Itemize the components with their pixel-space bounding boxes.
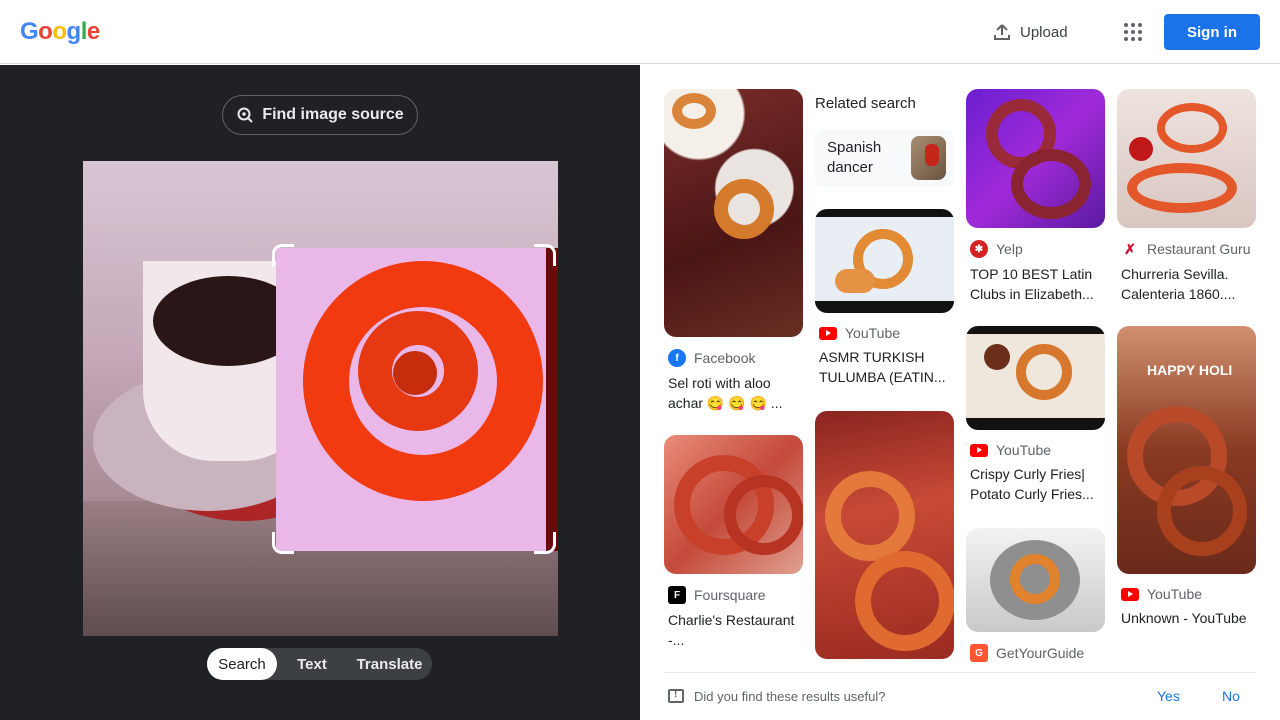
result-source: Yelp xyxy=(996,241,1023,257)
result-source: GetYourGuide xyxy=(996,645,1085,661)
facebook-icon: f xyxy=(668,349,686,367)
related-search-heading: Related search xyxy=(815,95,916,112)
feedback-question: Did you find these results useful? xyxy=(694,689,886,704)
result-title: Sel roti with aloo achar 😋 😋 😋 ... xyxy=(668,375,783,411)
upload-label: Upload xyxy=(1020,23,1068,41)
related-search-label: Spanish dancer xyxy=(827,139,882,176)
result-title: ASMR TURKISH TULUMBA (EATIN... xyxy=(819,349,946,385)
mode-text-tab[interactable]: Text xyxy=(277,648,347,680)
crop-handle-bottom-left[interactable] xyxy=(272,532,294,554)
result-card[interactable]: HAPPY HOLI YouTube Unknown - YouTube xyxy=(1117,326,1257,628)
find-image-source-button[interactable]: Find image source xyxy=(222,95,418,135)
restaurant-guru-icon: ✗ xyxy=(1121,240,1139,258)
result-thumbnail xyxy=(1117,89,1256,228)
result-card[interactable] xyxy=(815,411,955,659)
result-thumbnail xyxy=(664,435,803,574)
result-source: Foursquare xyxy=(694,587,766,603)
result-title: Charlie's Restaurant -... xyxy=(668,612,795,648)
result-card[interactable]: G GetYourGuide xyxy=(966,528,1106,662)
query-image[interactable] xyxy=(83,161,558,636)
result-card[interactable]: F Foursquare Charlie's Restaurant -... xyxy=(664,435,804,650)
foursquare-icon: F xyxy=(668,586,686,604)
result-source: YouTube xyxy=(996,442,1052,458)
feedback-icon xyxy=(668,689,684,703)
top-header: Google Upload Sign in xyxy=(0,0,1280,64)
result-thumbnail xyxy=(966,89,1105,228)
result-source: YouTube xyxy=(845,325,901,341)
lens-search-icon xyxy=(237,107,254,123)
result-thumbnail xyxy=(815,209,954,313)
result-thumbnail xyxy=(664,89,803,337)
apps-grid-icon[interactable] xyxy=(1118,18,1146,46)
result-source: Facebook xyxy=(694,350,756,366)
mode-translate-tab[interactable]: Translate xyxy=(347,648,432,680)
sign-in-button[interactable]: Sign in xyxy=(1164,14,1260,50)
youtube-icon xyxy=(819,326,837,340)
crop-handle-bottom-right[interactable] xyxy=(534,532,556,554)
result-card[interactable]: YouTube Crispy Curly Fries| Potato Curly… xyxy=(966,326,1106,504)
crop-handle-top-left[interactable] xyxy=(272,244,294,266)
youtube-icon xyxy=(970,443,988,457)
crop-handle-top-right[interactable] xyxy=(534,244,556,266)
mode-search-tab[interactable]: Search xyxy=(207,648,277,680)
related-search-thumbnail xyxy=(910,136,946,180)
result-card[interactable]: ✱ Yelp TOP 10 BEST Latin Clubs in Elizabe… xyxy=(966,89,1106,304)
mode-switcher: Search Text Translate xyxy=(207,648,432,680)
result-title: Unknown - YouTube xyxy=(1121,610,1247,626)
yelp-icon: ✱ xyxy=(970,240,988,258)
result-card[interactable]: ✗ Restaurant Guru Churreria Sevilla. Cale… xyxy=(1117,89,1257,304)
related-search-chip[interactable]: Spanish dancer xyxy=(815,129,954,187)
feedback-yes-button[interactable]: Yes xyxy=(1157,688,1180,704)
getyourguide-icon: G xyxy=(970,644,988,662)
upload-icon xyxy=(994,24,1010,40)
result-source: YouTube xyxy=(1147,586,1203,602)
result-title: Crispy Curly Fries| Potato Curly Fries..… xyxy=(970,466,1094,502)
result-thumbnail xyxy=(966,326,1105,430)
feedback-bar: Did you find these results useful? Yes N… xyxy=(664,672,1256,720)
result-title: Churreria Sevilla. Calenteria 1860.... xyxy=(1121,266,1236,302)
upload-button[interactable]: Upload xyxy=(992,20,1068,44)
image-preview-panel: Find image source xyxy=(0,65,640,720)
google-logo[interactable]: Google xyxy=(20,18,100,46)
result-thumbnail: HAPPY HOLI xyxy=(1117,326,1256,574)
result-thumbnail xyxy=(815,411,954,659)
overlay-caption: HAPPY HOLI xyxy=(1147,362,1233,378)
result-source: Restaurant Guru xyxy=(1147,241,1251,257)
result-card[interactable]: YouTube ASMR TURKISH TULUMBA (EATIN... xyxy=(815,209,955,387)
feedback-no-button[interactable]: No xyxy=(1222,688,1240,704)
result-thumbnail xyxy=(966,528,1105,632)
result-card[interactable]: f Facebook Sel roti with aloo achar 😋 😋 😋… xyxy=(664,89,804,413)
result-title: TOP 10 BEST Latin Clubs in Elizabeth... xyxy=(970,266,1094,302)
youtube-icon xyxy=(1121,587,1139,601)
results-panel: f Facebook Sel roti with aloo achar 😋 😋 😋… xyxy=(640,65,1280,720)
find-image-source-label: Find image source xyxy=(262,106,404,123)
